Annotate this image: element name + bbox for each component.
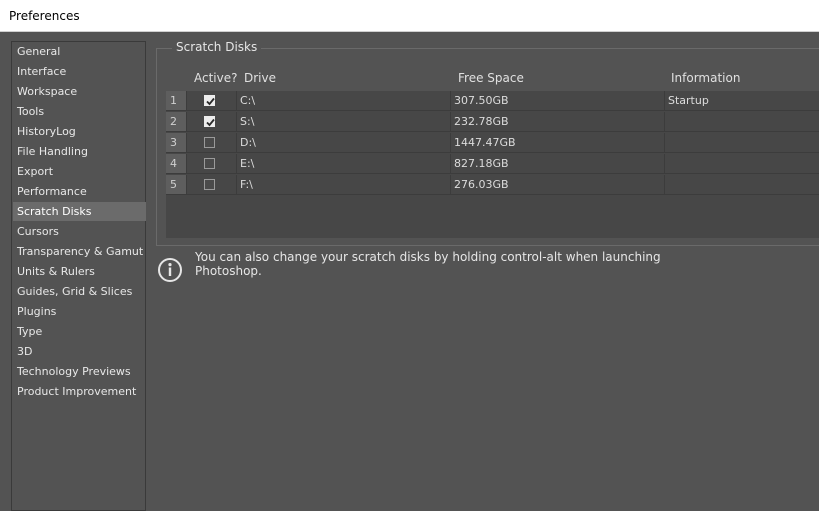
- scratch-disk-hint: You can also change your scratch disks b…: [195, 250, 661, 278]
- column-header-information: Information: [671, 71, 741, 85]
- sidebar-item-technology-previews[interactable]: Technology Previews: [13, 362, 146, 381]
- drive-cell: D:\: [237, 133, 451, 153]
- information-cell: [665, 133, 819, 153]
- sidebar-item-plugins[interactable]: Plugins: [13, 302, 146, 321]
- active-checkbox[interactable]: [204, 95, 215, 106]
- row-number: 4: [166, 154, 187, 174]
- active-checkbox[interactable]: [204, 158, 215, 169]
- table-row[interactable]: 4 E:\ 827.18GB: [166, 154, 819, 174]
- information-cell: [665, 175, 819, 195]
- active-checkbox[interactable]: [204, 137, 215, 148]
- free-space-cell: 232.78GB: [451, 112, 665, 132]
- active-cell: [187, 175, 237, 195]
- sidebar-item-product-improvement[interactable]: Product Improvement: [13, 382, 146, 401]
- table-row[interactable]: 3 D:\ 1447.47GB: [166, 133, 819, 153]
- free-space-cell: 276.03GB: [451, 175, 665, 195]
- row-number: 1: [166, 91, 187, 111]
- free-space-cell: 827.18GB: [451, 154, 665, 174]
- drive-cell: S:\: [237, 112, 451, 132]
- checkmark-icon: [206, 118, 215, 127]
- sidebar-item-scratch-disks[interactable]: Scratch Disks: [13, 202, 146, 221]
- column-header-drive: Drive: [244, 71, 276, 85]
- drive-cell: F:\: [237, 175, 451, 195]
- table-row[interactable]: 1 C:\ 307.50GB Startup: [166, 91, 819, 111]
- sidebar-item-guides-grid-slices[interactable]: Guides, Grid & Slices: [13, 282, 146, 301]
- title-bar: Preferences: [0, 0, 819, 32]
- information-cell: [665, 112, 819, 132]
- sidebar-item-export[interactable]: Export: [13, 162, 146, 181]
- column-header-free-space: Free Space: [458, 71, 524, 85]
- sidebar-item-transparency-gamut[interactable]: Transparency & Gamut: [13, 242, 146, 261]
- sidebar-item-workspace[interactable]: Workspace: [13, 82, 146, 101]
- sidebar-item-type[interactable]: Type: [13, 322, 146, 341]
- free-space-cell: 1447.47GB: [451, 133, 665, 153]
- sidebar-item-units-rulers[interactable]: Units & Rulers: [13, 262, 146, 281]
- information-cell: [665, 154, 819, 174]
- sidebar-item-general[interactable]: General: [13, 42, 146, 61]
- window-title: Preferences: [9, 9, 80, 23]
- sidebar-item-tools[interactable]: Tools: [13, 102, 146, 121]
- row-number: 2: [166, 112, 187, 132]
- free-space-cell: 307.50GB: [451, 91, 665, 111]
- preferences-sidebar: General Interface Workspace Tools HistoryLog…: [11, 41, 146, 511]
- column-header-active: Active?: [194, 71, 238, 85]
- sidebar-item-3d[interactable]: 3D: [13, 342, 146, 361]
- active-cell: [187, 112, 237, 132]
- sidebar-item-performance[interactable]: Performance: [13, 182, 146, 201]
- information-cell: Startup: [665, 91, 819, 111]
- table-row[interactable]: 5 F:\ 276.03GB: [166, 175, 819, 195]
- sidebar-item-file-handling[interactable]: File Handling: [13, 142, 146, 161]
- sidebar-item-interface[interactable]: Interface: [13, 62, 146, 81]
- drive-cell: E:\: [237, 154, 451, 174]
- active-cell: [187, 91, 237, 111]
- row-number: 3: [166, 133, 187, 153]
- row-number: 5: [166, 175, 187, 195]
- sidebar-item-cursors[interactable]: Cursors: [13, 222, 146, 241]
- active-checkbox[interactable]: [204, 179, 215, 190]
- checkmark-icon: [206, 97, 215, 106]
- active-cell: [187, 154, 237, 174]
- active-cell: [187, 133, 237, 153]
- active-checkbox[interactable]: [204, 116, 215, 127]
- drive-cell: C:\: [237, 91, 451, 111]
- table-row[interactable]: 2 S:\ 232.78GB: [166, 112, 819, 132]
- sidebar-item-historylog[interactable]: HistoryLog: [13, 122, 146, 141]
- scratch-disks-title: Scratch Disks: [172, 40, 262, 54]
- scratch-disks-table: 1 C:\ 307.50GB Startup 2 S:\ 232.78GB 3 D:\ 1447.…: [166, 91, 819, 238]
- info-icon: [158, 258, 182, 282]
